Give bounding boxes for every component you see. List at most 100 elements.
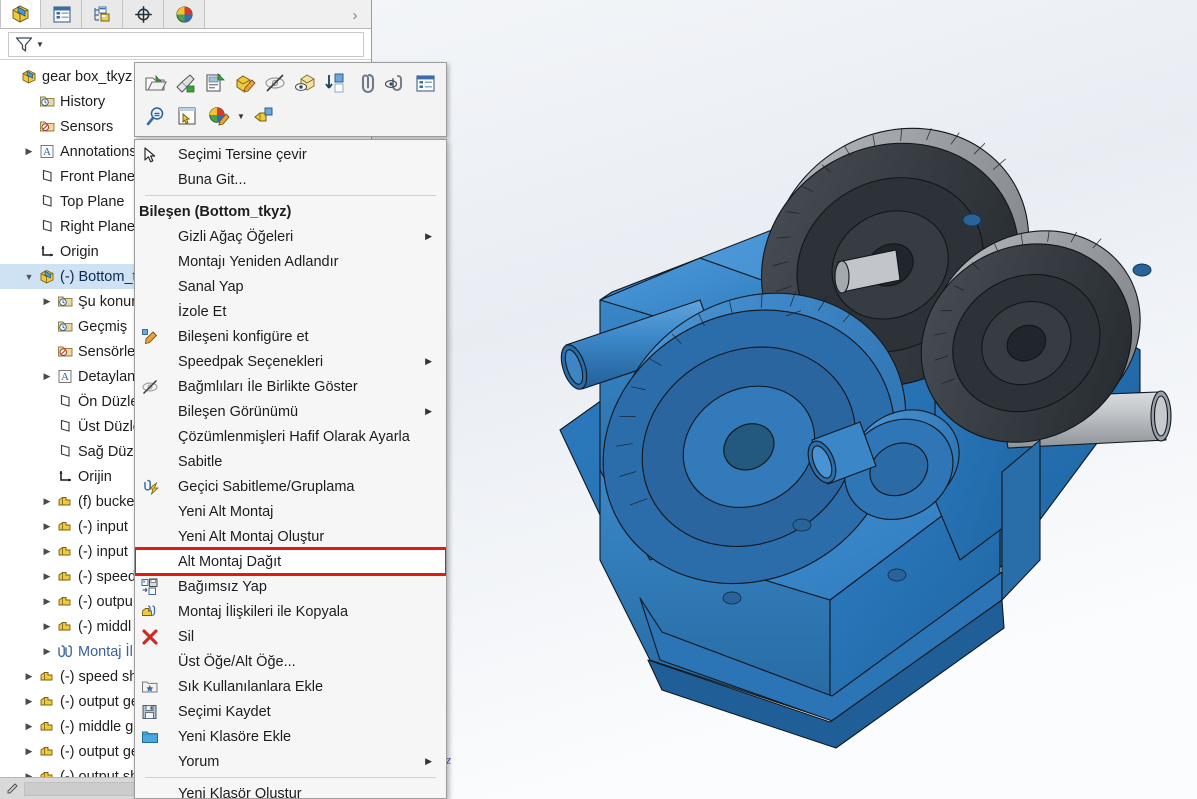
menu-section-header: Bileşen (Bottom_tkyz) xyxy=(135,199,446,224)
menu-item[interactable]: Geçici Sabitleme/Gruplama xyxy=(135,474,446,499)
edit-appearance-icon[interactable] xyxy=(231,68,261,99)
context-mini-toolbar[interactable]: ▼ xyxy=(134,62,447,137)
menu-item[interactable]: Montaj İlişkileri ile Kopyala xyxy=(135,599,446,624)
chevron-right-icon[interactable]: ▶ xyxy=(40,596,54,607)
suppress-icon[interactable] xyxy=(248,101,279,132)
add-to-favorites-icon xyxy=(135,678,165,696)
tree-item-label: (-) outpu xyxy=(78,593,133,610)
isolate-icon[interactable] xyxy=(320,68,350,99)
tab-configuration-manager[interactable] xyxy=(82,0,123,28)
svg-text:A: A xyxy=(61,371,69,383)
open-part-icon[interactable] xyxy=(141,68,171,99)
assembly-icon xyxy=(36,268,58,285)
menu-item[interactable]: Çözümlenmişleri Hafif Olarak Ayarla xyxy=(135,424,446,449)
menu-item[interactable]: Buna Git... xyxy=(135,167,446,192)
tree-item-label: (-) output ge xyxy=(60,743,139,760)
chevron-right-icon[interactable]: ▶ xyxy=(22,721,36,732)
mini-toolbar-row-1 xyxy=(141,67,440,100)
chevron-right-icon[interactable]: ▶ xyxy=(22,146,36,157)
tab-feature-manager[interactable] xyxy=(0,0,41,28)
menu-item[interactable]: Bileşen Görünümü ▶ xyxy=(135,399,446,424)
menu-item-label: Seçimi Tersine çevir xyxy=(178,146,307,163)
menu-item[interactable]: Yeni Alt Montaj xyxy=(135,499,446,524)
submenu-arrow-icon: ▶ xyxy=(425,356,432,366)
menu-separator xyxy=(145,195,436,196)
menu-item[interactable]: Sanal Yap xyxy=(135,274,446,299)
menu-item[interactable]: Sabitle xyxy=(135,449,446,474)
component-properties-icon[interactable] xyxy=(410,68,440,99)
configure-component-icon xyxy=(135,328,165,346)
chevron-right-icon[interactable]: ▶ xyxy=(40,371,54,382)
chevron-right-icon[interactable]: ▶ xyxy=(40,646,54,657)
add-mate-icon[interactable] xyxy=(350,68,380,99)
appearances-dropdown-arrow[interactable]: ▼ xyxy=(234,101,248,132)
menu-item[interactable]: İzole Et xyxy=(135,299,446,324)
plane-icon xyxy=(36,168,58,185)
tree-item-label: Montaj İl xyxy=(78,643,133,660)
filter-dropdown-arrow[interactable]: ▼ xyxy=(36,40,44,49)
chevron-right-icon[interactable]: ▶ xyxy=(22,746,36,757)
menu-item[interactable]: Yeni Alt Montaj Oluştur xyxy=(135,524,446,549)
chevron-right-icon[interactable]: ▶ xyxy=(22,696,36,707)
edit-part-icon[interactable] xyxy=(171,68,201,99)
origin-icon xyxy=(36,243,58,260)
tab-property-manager[interactable] xyxy=(41,0,82,28)
chevron-right-icon[interactable]: ▶ xyxy=(40,496,54,507)
change-transparency-icon[interactable] xyxy=(291,68,321,99)
menu-item-label: Çözümlenmişleri Hafif Olarak Ayarla xyxy=(178,428,410,445)
menu-item[interactable]: Bileşeni konfigüre et xyxy=(135,324,446,349)
context-menu[interactable]: Seçimi Tersine çevir Buna Git... Bileşen (… xyxy=(134,139,447,799)
search-input[interactable]: ▼ xyxy=(8,31,364,57)
menu-item-label: Bileşen Görünümü xyxy=(178,403,299,420)
menu-item[interactable]: Speedpak Seçenekleri ▶ xyxy=(135,349,446,374)
menu-item[interactable]: Gizli Ağaç Öğeleri ▶ xyxy=(135,224,446,249)
menu-item[interactable]: Seçimi Kaydet xyxy=(135,699,446,724)
tree-item-label: (-) speed sha xyxy=(60,668,146,685)
menu-item[interactable]: Üst Öğe/Alt Öğe... xyxy=(135,649,446,674)
menu-item[interactable]: Bağmlıları İle Birlikte Göster xyxy=(135,374,446,399)
part-icon xyxy=(54,493,76,510)
tree-filter-row: ▼ xyxy=(0,29,371,60)
view-mates-icon[interactable] xyxy=(380,68,410,99)
part-icon xyxy=(54,618,76,635)
tree-item-label: Front Plane xyxy=(60,168,135,185)
menu-item-label: Speedpak Seçenekleri xyxy=(178,353,324,370)
chevron-right-icon[interactable]: ▶ xyxy=(40,296,54,307)
tab-overflow-button[interactable]: › xyxy=(344,4,366,26)
menu-item[interactable]: Yeni Klasör Oluştur xyxy=(135,781,446,799)
menu-item[interactable]: Bağımsız Yap xyxy=(135,574,446,599)
configuration-icon xyxy=(93,6,109,21)
tree-item-label: Right Plane xyxy=(60,218,135,235)
history-folder-icon xyxy=(54,318,76,335)
tree-item-label: (-) output sh xyxy=(60,768,139,778)
solidworks-window: z › ▼ gear box_tkyz (History Sensors ▶ … xyxy=(0,0,1197,799)
tab-display-manager[interactable] xyxy=(164,0,205,28)
zoom-to-selection-icon[interactable] xyxy=(141,101,172,132)
chevron-right-icon[interactable]: ▶ xyxy=(40,546,54,557)
copy-with-mates-icon xyxy=(135,603,165,621)
appearance-sphere-icon xyxy=(175,5,193,23)
tab-dimxpert-manager[interactable] xyxy=(123,0,164,28)
tree-item-label: Detaylan xyxy=(78,368,136,385)
chevron-right-icon[interactable]: ▶ xyxy=(22,671,36,682)
plane-icon xyxy=(54,393,76,410)
menu-item[interactable]: Yeni Klasöre Ekle xyxy=(135,724,446,749)
mates-icon xyxy=(54,643,76,660)
appearances-icon[interactable] xyxy=(203,101,234,132)
chevron-right-icon[interactable]: ▶ xyxy=(40,571,54,582)
part-icon xyxy=(36,693,58,710)
menu-item[interactable]: Yorum ▶ xyxy=(135,749,446,774)
menu-item-label: Bağımsız Yap xyxy=(178,578,267,595)
menu-item[interactable]: Sil xyxy=(135,624,446,649)
menu-item[interactable]: Sık Kullanılanlara Ekle xyxy=(135,674,446,699)
select-other-icon[interactable] xyxy=(172,101,203,132)
chevron-down-icon[interactable]: ▼ xyxy=(22,272,36,282)
chevron-right-icon[interactable]: ▶ xyxy=(40,521,54,532)
menu-item-label: Yeni Alt Montaj xyxy=(178,503,274,520)
chevron-right-icon[interactable]: ▶ xyxy=(40,621,54,632)
menu-item[interactable]: Seçimi Tersine çevir xyxy=(135,142,446,167)
menu-item[interactable]: Montajı Yeniden Adlandır xyxy=(135,249,446,274)
hide-component-icon[interactable] xyxy=(261,68,291,99)
menu-item-highlighted[interactable]: Alt Montaj Dağıt xyxy=(135,547,446,576)
edit-assembly-icon[interactable] xyxy=(201,68,231,99)
